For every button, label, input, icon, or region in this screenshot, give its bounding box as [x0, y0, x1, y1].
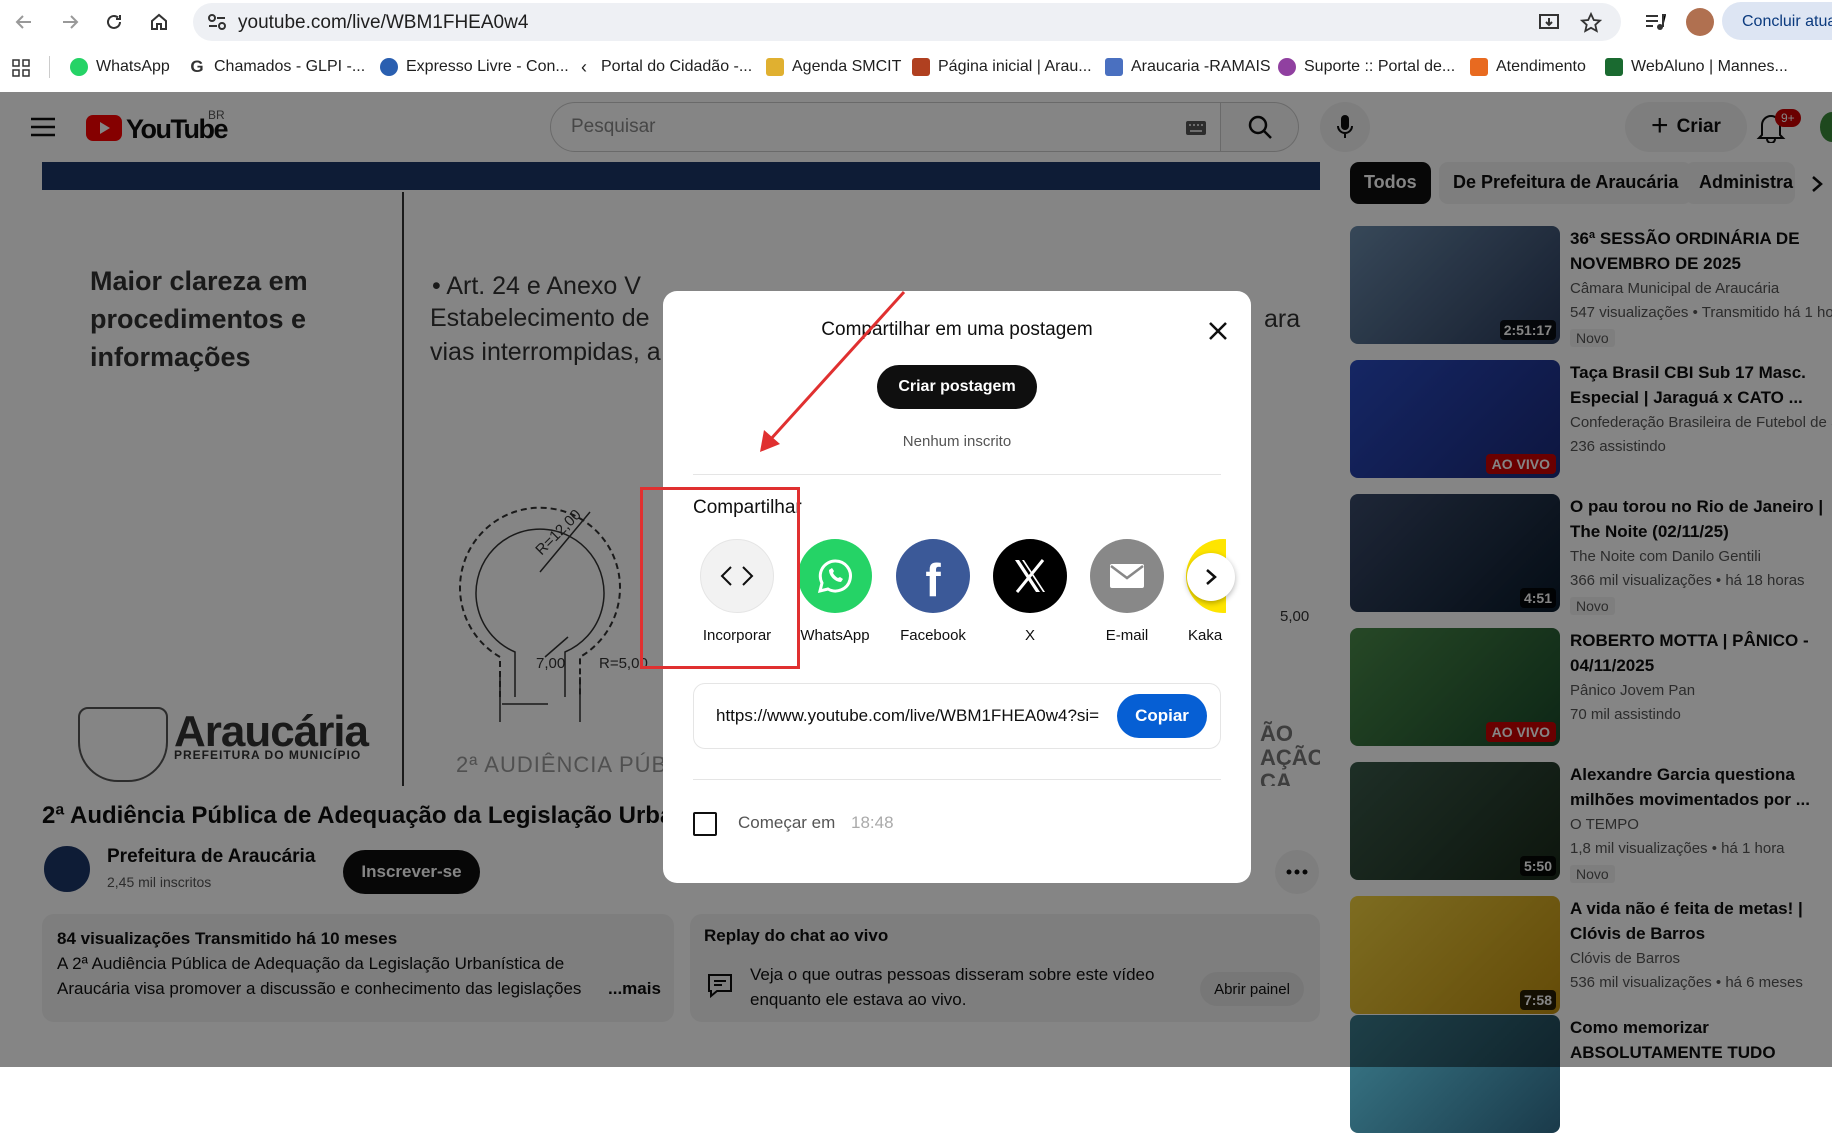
bookmark-portal[interactable]: ‹ Portal do Cidadão -...	[575, 56, 753, 77]
start-at-time[interactable]: 18:48	[851, 813, 894, 833]
bookmark-label: Araucaria -RAMAIS	[1131, 58, 1271, 75]
chevron-right-icon	[1206, 569, 1217, 585]
bookmarks-divider	[49, 56, 50, 78]
browser-toolbar: youtube.com/live/WBM1FHEA0w4 Concluir at…	[0, 0, 1832, 44]
forward-button[interactable]	[54, 6, 86, 38]
share-whatsapp[interactable]: WhatsApp	[797, 539, 873, 644]
bookmark-suporte[interactable]: Suporte :: Portal de...	[1278, 58, 1455, 76]
portal-icon: ‹	[581, 56, 587, 77]
bookmark-atendimento[interactable]: Atendimento	[1470, 58, 1586, 76]
bookmark-label: Agenda SMCIT	[792, 58, 902, 75]
bookmark-label: Página inicial | Arau...	[938, 58, 1092, 75]
share-label: X	[1024, 627, 1035, 644]
arrow-left-icon	[15, 15, 31, 29]
update-button[interactable]: Concluir atual	[1722, 2, 1832, 40]
bookmark-agenda[interactable]: Agenda SMCIT	[766, 58, 901, 76]
bookmark-whatsapp[interactable]: WhatsApp	[70, 58, 170, 76]
site-info-icon[interactable]	[207, 13, 227, 31]
ramais-icon	[1105, 58, 1123, 76]
no-subscribers-text: Nenhum inscrito	[902, 433, 1012, 450]
share-url-field[interactable]: https://www.youtube.com/live/WBM1FHEA0w4…	[693, 683, 1221, 749]
bookmark-webaluno[interactable]: WebAluno | Mannes...	[1605, 58, 1788, 76]
email-icon	[1090, 539, 1164, 613]
share-label: Kaka	[1188, 627, 1223, 644]
bookmark-label: WhatsApp	[96, 58, 170, 75]
bookmark-label: WebAluno | Mannes...	[1631, 58, 1788, 75]
bookmark-label: Atendimento	[1496, 58, 1586, 75]
share-facebook[interactable]: f Facebook	[895, 539, 971, 644]
facebook-icon: f	[896, 539, 970, 613]
agenda-icon	[766, 58, 784, 76]
bookmark-glpi[interactable]: G Chamados - GLPI -...	[188, 57, 366, 76]
install-app-icon[interactable]	[1538, 13, 1560, 33]
apps-grid-icon[interactable]	[12, 59, 30, 77]
profile-avatar[interactable]	[1686, 8, 1714, 36]
home-icon	[151, 13, 167, 30]
bookmark-expresso[interactable]: Expresso Livre - Con...	[380, 58, 569, 76]
start-at-checkbox[interactable]	[693, 812, 717, 836]
url-text[interactable]: youtube.com/live/WBM1FHEA0w4	[238, 12, 528, 34]
bookmark-label: Expresso Livre - Con...	[406, 58, 569, 75]
highlight-box	[640, 487, 800, 669]
divider	[693, 779, 1221, 780]
close-button[interactable]	[1198, 311, 1238, 351]
share-label: WhatsApp	[800, 627, 870, 644]
address-bar[interactable]: youtube.com/live/WBM1FHEA0w4	[193, 3, 1621, 41]
suporte-icon	[1278, 58, 1296, 76]
expresso-icon	[380, 58, 398, 76]
arrow-right-icon	[63, 15, 79, 29]
share-label: E-mail	[1105, 627, 1149, 644]
x-icon	[993, 539, 1067, 613]
webaluno-icon	[1605, 58, 1623, 76]
reload-icon	[107, 14, 121, 29]
whatsapp-icon	[70, 58, 88, 76]
share-email[interactable]: E-mail	[1089, 539, 1165, 644]
araucaria-icon	[912, 58, 930, 76]
reload-button[interactable]	[98, 6, 130, 38]
home-button[interactable]	[143, 6, 175, 38]
bookmark-label: Suporte :: Portal de...	[1304, 58, 1456, 75]
whatsapp-icon	[798, 539, 872, 613]
divider	[693, 474, 1221, 475]
bookmark-ramais[interactable]: Araucaria -RAMAIS	[1105, 58, 1271, 76]
share-x[interactable]: X	[992, 539, 1068, 644]
back-button[interactable]	[8, 6, 40, 38]
glpi-icon: G	[190, 57, 204, 76]
share-url-text[interactable]: https://www.youtube.com/live/WBM1FHEA0w4…	[716, 706, 1104, 726]
copy-button[interactable]: Copiar	[1117, 694, 1207, 738]
share-label: Facebook	[900, 627, 966, 644]
bookmarks-bar: WhatsApp G Chamados - GLPI -... Expresso …	[0, 48, 1832, 86]
close-icon	[1209, 322, 1227, 340]
start-at-label: Começar em	[738, 813, 836, 832]
create-post-button[interactable]: Criar postagem	[877, 365, 1037, 409]
bookmark-label: Chamados - GLPI -...	[214, 58, 366, 75]
bookmark-label: Portal do Cidadão -...	[601, 58, 753, 75]
next-share-button[interactable]	[1187, 553, 1235, 601]
atendimento-icon	[1470, 58, 1488, 76]
dialog-title: Compartilhar em uma postagem	[821, 319, 1093, 340]
media-control-icon[interactable]	[1644, 12, 1666, 32]
bookmark-araucaria[interactable]: Página inicial | Arau...	[912, 58, 1092, 76]
bookmark-star-icon[interactable]	[1580, 12, 1602, 34]
